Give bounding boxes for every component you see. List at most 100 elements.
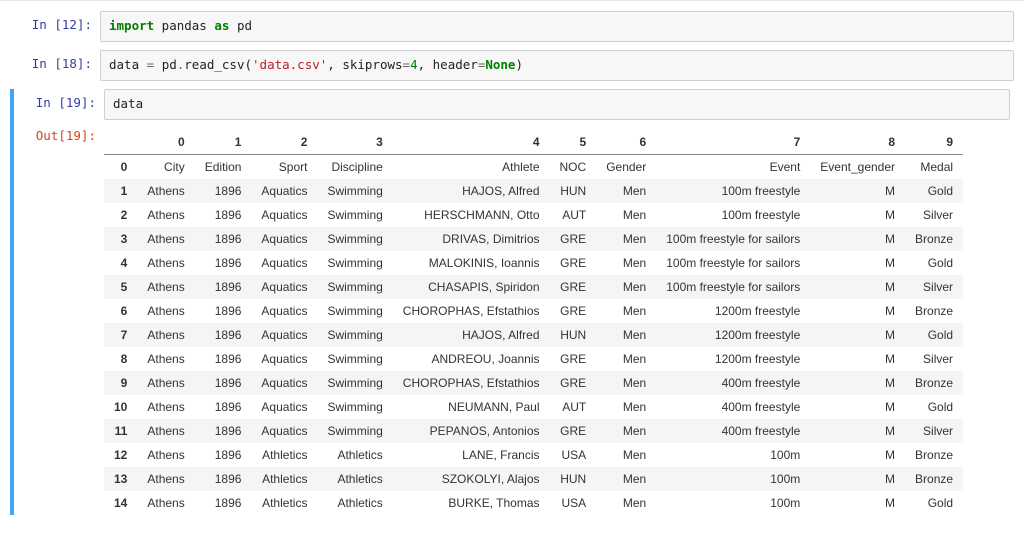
cell: M	[810, 491, 905, 515]
cell: Men	[596, 395, 656, 419]
cell: PEPANOS, Antonios	[393, 419, 550, 443]
code-token: import	[109, 18, 154, 33]
row-index: 7	[104, 323, 137, 347]
column-header: 6	[596, 130, 656, 155]
code-cell-with-output: In [19]: data Out[19]: 0123456789 0CityE…	[10, 89, 1014, 515]
cell: Silver	[905, 275, 963, 299]
cell: Discipline	[317, 154, 392, 179]
column-header: 4	[393, 130, 550, 155]
cell: GRE	[550, 419, 597, 443]
cell: MALOKINIS, Ioannis	[393, 251, 550, 275]
cell: Swimming	[317, 299, 392, 323]
row-index: 8	[104, 347, 137, 371]
cell: Athens	[137, 491, 194, 515]
cell: 1200m freestyle	[656, 323, 810, 347]
code-token: pd	[229, 18, 252, 33]
cell: Athens	[137, 203, 194, 227]
code-input[interactable]: data = pd.read_csv('data.csv', skiprows=…	[100, 50, 1014, 81]
table-row: 3Athens1896AquaticsSwimmingDRIVAS, Dimit…	[104, 227, 963, 251]
cell: 1896	[195, 347, 252, 371]
cell: Swimming	[317, 203, 392, 227]
cell: M	[810, 251, 905, 275]
cell: Aquatics	[251, 395, 317, 419]
cell: Athens	[137, 467, 194, 491]
cell: DRIVAS, Dimitrios	[393, 227, 550, 251]
code-token: )	[515, 57, 523, 72]
cell: Bronze	[905, 227, 963, 251]
cell: HUN	[550, 179, 597, 203]
cell: Swimming	[317, 179, 392, 203]
cell: M	[810, 179, 905, 203]
cell: Aquatics	[251, 299, 317, 323]
cell: GRE	[550, 299, 597, 323]
cell: Silver	[905, 347, 963, 371]
cell: CHOROPHAS, Efstathios	[393, 371, 550, 395]
cell: Aquatics	[251, 203, 317, 227]
cell: M	[810, 323, 905, 347]
cell: M	[810, 419, 905, 443]
cell: 100m freestyle for sailors	[656, 251, 810, 275]
cell: M	[810, 227, 905, 251]
notebook: In [12]: import pandas as pd In [18]: da…	[0, 0, 1024, 543]
cell: M	[810, 395, 905, 419]
cell: AUT	[550, 203, 597, 227]
cell: Athens	[137, 347, 194, 371]
code-cell: In [12]: import pandas as pd	[10, 11, 1014, 42]
input-prompt: In [19]:	[14, 89, 104, 110]
row-index: 10	[104, 395, 137, 419]
cell: Men	[596, 371, 656, 395]
cell: Gold	[905, 323, 963, 347]
cell: 100m	[656, 467, 810, 491]
cell: 1896	[195, 251, 252, 275]
cell: Men	[596, 251, 656, 275]
cell: Athletics	[317, 491, 392, 515]
cell: GRE	[550, 251, 597, 275]
cell: Aquatics	[251, 179, 317, 203]
cell: HERSCHMANN, Otto	[393, 203, 550, 227]
cell: Aquatics	[251, 227, 317, 251]
cell: Athens	[137, 371, 194, 395]
cell: Athens	[137, 179, 194, 203]
cell: Athens	[137, 227, 194, 251]
cell: NEUMANN, Paul	[393, 395, 550, 419]
cell: GRE	[550, 227, 597, 251]
input-prompt: In [18]:	[10, 50, 100, 71]
cell: Athletics	[251, 443, 317, 467]
code-input[interactable]: data	[104, 89, 1010, 120]
cell: Athletics	[251, 467, 317, 491]
table-row: 13Athens1896AthleticsAthleticsSZOKOLYI, …	[104, 467, 963, 491]
column-header: 9	[905, 130, 963, 155]
cell: Athletics	[251, 491, 317, 515]
cell: Athens	[137, 323, 194, 347]
cell: 1896	[195, 491, 252, 515]
code-token: data	[113, 96, 143, 111]
cell: Event_gender	[810, 154, 905, 179]
cell: 1896	[195, 203, 252, 227]
cell: Men	[596, 227, 656, 251]
cell: M	[810, 299, 905, 323]
code-input[interactable]: import pandas as pd	[100, 11, 1014, 42]
cell: AUT	[550, 395, 597, 419]
row-index: 12	[104, 443, 137, 467]
cell: 1200m freestyle	[656, 299, 810, 323]
code-token: 'data.csv'	[252, 57, 327, 72]
table-row: 9Athens1896AquaticsSwimmingCHOROPHAS, Ef…	[104, 371, 963, 395]
cell: Aquatics	[251, 275, 317, 299]
row-index: 1	[104, 179, 137, 203]
column-header: 7	[656, 130, 810, 155]
cell: Medal	[905, 154, 963, 179]
cell: CHASAPIS, Spiridon	[393, 275, 550, 299]
table-row: 1Athens1896AquaticsSwimmingHAJOS, Alfred…	[104, 179, 963, 203]
cell: Gold	[905, 251, 963, 275]
cell: Gold	[905, 395, 963, 419]
cell: LANE, Francis	[393, 443, 550, 467]
code-token: pd	[154, 57, 177, 72]
cell: BURKE, Thomas	[393, 491, 550, 515]
cell: 1896	[195, 371, 252, 395]
row-index: 11	[104, 419, 137, 443]
cell: Swimming	[317, 347, 392, 371]
cell: Swimming	[317, 275, 392, 299]
code-cell: In [18]: data = pd.read_csv('data.csv', …	[10, 50, 1014, 81]
cell: Sport	[251, 154, 317, 179]
cell: Men	[596, 491, 656, 515]
